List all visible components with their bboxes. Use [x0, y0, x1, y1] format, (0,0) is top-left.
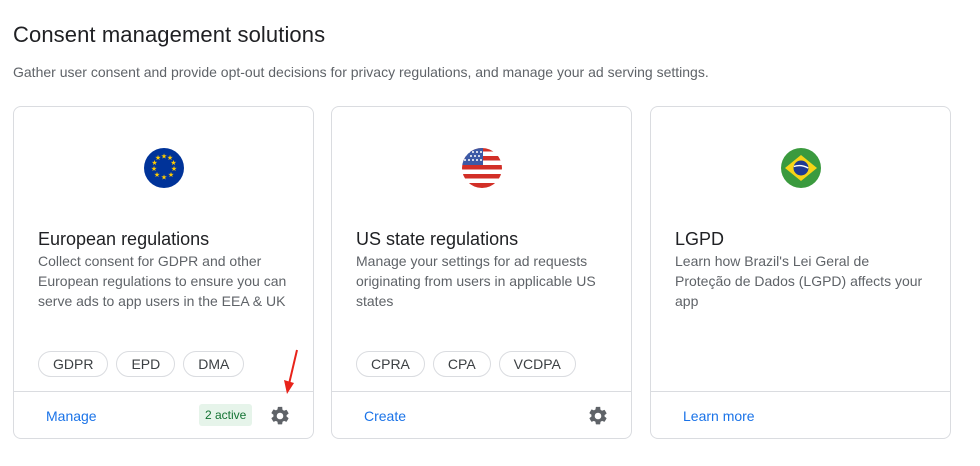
page-title: Consent management solutions — [13, 22, 326, 47]
chip-list: GDPR EPD DMA — [38, 351, 245, 377]
annotation-arrow-icon — [284, 349, 298, 394]
eu-flag-icon: ★ ★ ★ ★ ★ ★ ★ ★ ★ ★ — [144, 148, 184, 188]
chip-gdpr: GDPR — [38, 351, 109, 377]
card-footer: Create — [332, 391, 631, 440]
gear-icon[interactable] — [587, 405, 609, 427]
svg-text:★: ★ — [168, 171, 174, 179]
card-description: Manage your settings for ad requests ori… — [356, 253, 596, 309]
create-link[interactable]: Create — [364, 408, 406, 424]
status-badge: 2 active — [199, 404, 253, 426]
card-us-state-regulations: US state regulations Manage your setting… — [331, 106, 632, 439]
manage-link[interactable]: Manage — [46, 408, 97, 424]
us-flag-icon — [462, 148, 502, 188]
card-european-regulations: ★ ★ ★ ★ ★ ★ ★ ★ ★ ★ European regulations… — [13, 106, 314, 439]
chip-list: CPRA CPA VCDPA — [356, 351, 576, 377]
card-description: Learn how Brazil's Lei Geral de Proteção… — [675, 253, 923, 309]
card-title: LGPD — [675, 229, 725, 249]
card-footer: Manage 2 active — [14, 391, 313, 440]
chip-cpra: CPRA — [356, 351, 425, 377]
card-description: Collect consent for GDPR and other Europ… — [38, 253, 287, 309]
learn-more-link[interactable]: Learn more — [683, 408, 755, 424]
brazil-flag-icon — [781, 148, 821, 188]
chip-epd: EPD — [116, 351, 176, 377]
card-title: European regulations — [38, 229, 210, 249]
card-footer: Learn more — [651, 391, 950, 440]
card-lgpd: LGPD Learn how Brazil's Lei Geral de Pro… — [650, 106, 951, 439]
gear-icon[interactable] — [269, 405, 291, 427]
chip-cpa: CPA — [432, 351, 491, 377]
chip-dma: DMA — [183, 351, 245, 377]
svg-text:★: ★ — [161, 174, 167, 182]
card-title: US state regulations — [356, 229, 519, 249]
page-subtitle: Gather user consent and provide opt-out … — [13, 64, 709, 80]
svg-text:★: ★ — [155, 154, 161, 162]
chip-vcdpa: VCDPA — [498, 351, 576, 377]
